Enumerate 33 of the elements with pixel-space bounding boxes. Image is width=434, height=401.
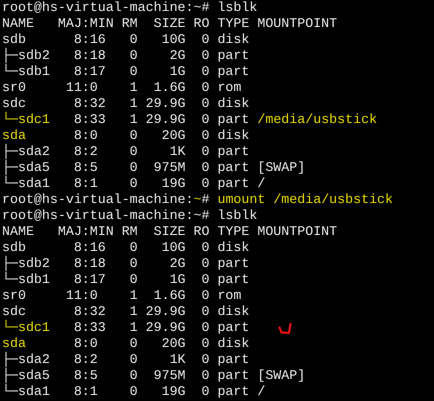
terminal-text: 8:0 0 20G 0 disk xyxy=(72,128,250,143)
terminal-text: └─sda1 8:1 0 19G 0 part / xyxy=(2,176,266,191)
terminal-text: root@hs-virtual-machine: xyxy=(2,192,194,207)
terminal-text: /media/usbstick xyxy=(257,112,378,127)
terminal-text: root@hs-virtual-machine:~# lsblk xyxy=(2,0,258,15)
terminal-text: 8:33 1 29.9G 0 part xyxy=(72,112,250,127)
terminal-text: └─sdc1 xyxy=(2,112,50,127)
terminal-text: ├─sdb2 8:18 0 2G 0 part xyxy=(2,256,250,271)
terminal-text: sda xyxy=(2,128,26,143)
terminal-text: # xyxy=(202,192,210,207)
terminal-text: ├─sda2 8:2 0 1K 0 part xyxy=(2,144,250,159)
terminal-text: └─sdb1 8:17 0 1G 0 part xyxy=(2,272,250,287)
terminal-text: ├─sda5 8:5 0 975M 0 part [SWAP] xyxy=(2,160,306,175)
terminal-text: 8:0 0 20G 0 disk xyxy=(72,336,250,351)
terminal-text: NAME MAJ:MIN RM SIZE RO TYPE MOUNTPOINT xyxy=(2,16,338,31)
terminal-text: ├─sda5 8:5 0 975M 0 part [SWAP] xyxy=(2,368,306,383)
terminal-text: umount /media/usbstick xyxy=(217,192,394,207)
terminal-text: ├─sda2 8:2 0 1K 0 part xyxy=(2,352,250,367)
terminal-text: └─sda1 8:1 0 19G 0 part / xyxy=(2,384,266,399)
terminal-text: └─sdc1 xyxy=(2,320,50,335)
terminal-text: sdb 8:16 0 10G 0 disk xyxy=(2,32,250,47)
terminal-text: sda xyxy=(2,336,26,351)
terminal-text: NAME MAJ:MIN RM SIZE RO TYPE MOUNTPOINT xyxy=(2,224,338,239)
terminal-text: 8:33 1 29.9G 0 part xyxy=(72,320,250,335)
terminal-text: sr0 11:0 1 1.6G 0 rom xyxy=(2,288,242,303)
terminal-text: root@hs-virtual-machine:~# lsblk xyxy=(2,208,258,223)
terminal-text: ├─sdb2 8:18 0 2G 0 part xyxy=(2,48,250,63)
terminal-text: sdc 8:32 1 29.9G 0 disk xyxy=(2,304,250,319)
terminal-text: ~ xyxy=(194,192,202,207)
terminal-text: └─sdb1 8:17 0 1G 0 part xyxy=(2,64,250,79)
terminal-text: sr0 11:0 1 1.6G 0 rom xyxy=(2,80,242,95)
terminal-text: sdb 8:16 0 10G 0 disk xyxy=(2,240,250,255)
terminal-text: sdc 8:32 1 29.9G 0 disk xyxy=(2,96,250,111)
